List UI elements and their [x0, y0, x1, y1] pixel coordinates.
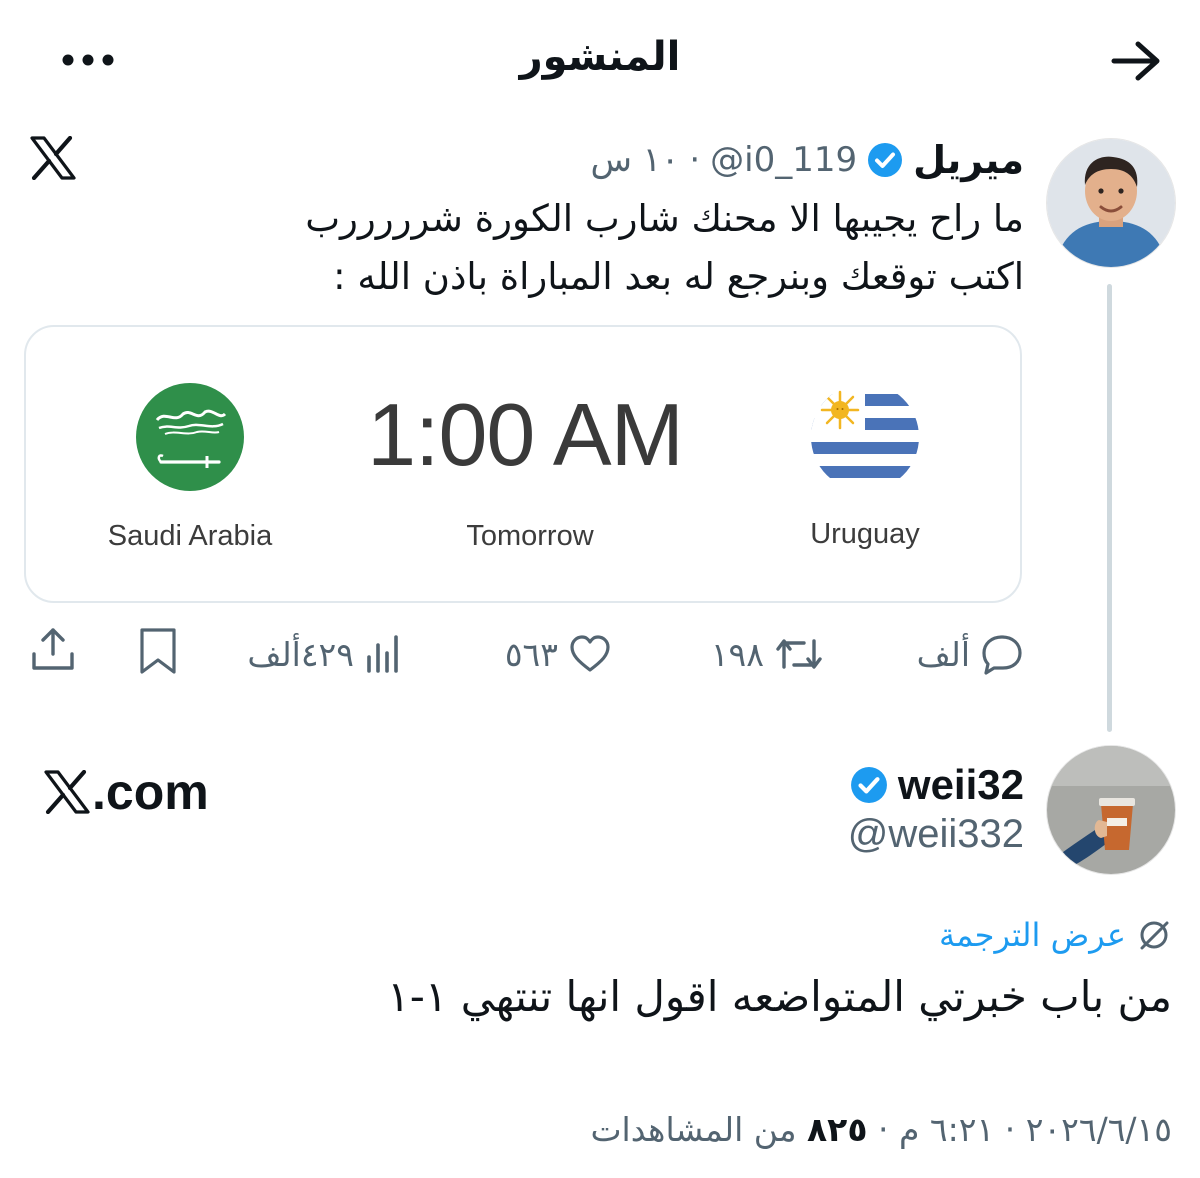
views-icon: [364, 633, 404, 675]
verified-icon: [850, 766, 888, 804]
views-label: من المشاهدات: [590, 1110, 797, 1149]
tweet-text-line: اكتب توقعك وبنرجع له بعد المباراة باذن ا…: [333, 255, 1024, 298]
avatar[interactable]: [1046, 745, 1176, 875]
retweet-button[interactable]: ١٩٨: [711, 626, 824, 682]
site-brand: .com: [44, 762, 209, 822]
verified-icon: [867, 142, 903, 178]
post-time[interactable]: ١٠ س: [590, 140, 679, 180]
team-left-name: Saudi Arabia: [107, 520, 273, 552]
match-day: Tomorrow: [466, 520, 594, 552]
thread-connector: [1107, 284, 1112, 732]
author-handle[interactable]: @weii332: [848, 812, 1024, 857]
reply-button[interactable]: ألف: [917, 626, 1024, 682]
like-button[interactable]: ٥٦٣: [505, 626, 612, 682]
bookmark-icon: [140, 628, 176, 674]
post-time[interactable]: ٦:٢١ م: [899, 1110, 994, 1149]
views-count: ٤٢٩ألف: [247, 634, 354, 674]
like-icon: [568, 634, 612, 674]
share-icon: [32, 628, 74, 670]
more-options-button[interactable]: [60, 46, 116, 74]
match-time: 1:00 AM: [367, 385, 684, 484]
like-count: ٥٦٣: [504, 634, 558, 674]
share-button[interactable]: [28, 624, 78, 674]
bookmark-button[interactable]: [134, 626, 182, 676]
x-logo-icon: [30, 136, 76, 180]
reply-icon: [980, 633, 1024, 675]
post-date[interactable]: ٢٠٢٦/٦/١٥: [1026, 1110, 1172, 1149]
views-number: ٨٢٥: [807, 1110, 868, 1149]
avatar[interactable]: [1046, 138, 1176, 268]
tweet-text: ما راح يجيبها الا محنك شارب الكورة شرررر…: [244, 190, 1024, 306]
more-icon: [62, 54, 114, 66]
author-name[interactable]: weii32: [898, 761, 1024, 809]
author-handle[interactable]: @i0_119: [710, 140, 857, 180]
tweet-header: ميريل @i0_119 · ١٠ س: [590, 134, 1024, 186]
reply-count: ألف: [916, 634, 970, 674]
tweet-text: من باب خبرتي المتواضعه اقول انها تنتهي ١…: [387, 972, 1172, 1021]
page-title: المنشور: [519, 34, 681, 80]
retweet-count: ١٩٨: [710, 634, 764, 674]
team-right-name: Uruguay: [810, 518, 920, 550]
x-logo-icon: [44, 770, 90, 814]
translate-label[interactable]: عرض الترجمة: [939, 916, 1126, 954]
uruguay-flag-icon: [810, 382, 920, 492]
retweet-icon: [774, 633, 824, 675]
separator-dot: ·: [689, 140, 701, 180]
tweet-text-line: ما راح يجيبها الا محنك شارب الكورة شرررر…: [305, 197, 1024, 240]
show-translation-button[interactable]: عرض الترجمة: [939, 910, 1172, 960]
views-button[interactable]: ٤٢٩ألف: [247, 626, 404, 682]
saudi-flag-icon: [135, 382, 245, 492]
separator-dot: ·: [1004, 1110, 1016, 1149]
tweet-header: weii32: [850, 758, 1024, 812]
post-meta: ٢٠٢٦/٦/١٥ · ٦:٢١ م · ٨٢٥ من المشاهدات: [590, 1110, 1172, 1149]
author-name[interactable]: ميريل: [913, 138, 1024, 182]
translate-icon: [1136, 917, 1172, 953]
site-label: .com: [92, 764, 209, 820]
separator-dot: ·: [877, 1110, 889, 1149]
